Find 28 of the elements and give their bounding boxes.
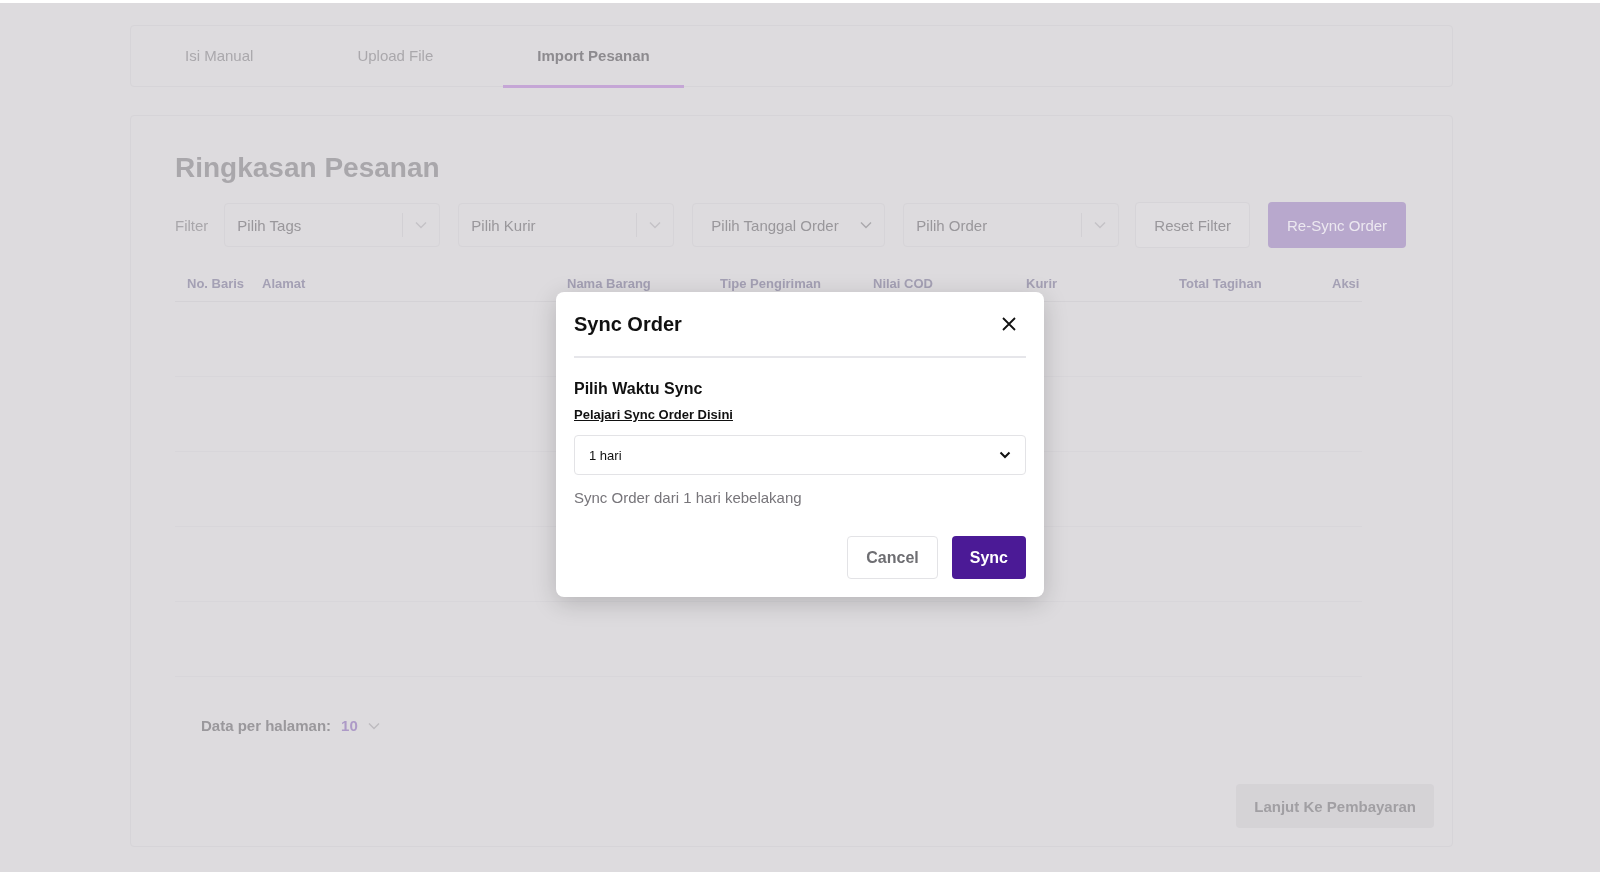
select-field[interactable]: Pilih Order [903,203,1120,247]
column-header: Aksi [1332,276,1361,291]
chevron-down-icon [999,451,1011,459]
hint-text: Sync Order dari 1 hari kebelakang [574,489,803,506]
page-size-select[interactable]: 10 [341,717,380,734]
column-header: Tipe Pengiriman [720,276,822,291]
close-icon[interactable] [1002,317,1016,331]
column-header: Kurir [1026,276,1059,291]
page-size-label: Data per halaman: [201,717,332,734]
column-header: No. Baris [187,276,246,291]
select-field[interactable]: Pilih Kurir [458,203,675,247]
date-picker[interactable]: Pilih Tanggal Order [692,203,886,247]
resync-button[interactable]: Re-Sync Order [1268,202,1407,248]
chevron-down-icon [860,221,873,229]
sync-time-select[interactable]: 1 hari [574,435,1026,475]
tab[interactable]: Import Pesanan [503,26,684,88]
select-field[interactable]: Pilih Tags [224,203,441,247]
dialog-title: Sync Order [574,312,682,336]
column-header: Total Tagihan [1179,276,1263,291]
chevron-down-icon [367,721,380,730]
column-header: Nilai COD [873,276,934,291]
field-label: Pilih Waktu Sync [574,380,704,398]
column-header: Nama Barang [567,276,652,291]
column-header: Alamat [262,276,307,291]
help-link[interactable]: Pelajari Sync Order Disini [574,407,733,422]
reset-filter-button[interactable]: Reset Filter [1135,202,1251,248]
cancel-button[interactable]: Cancel [847,536,938,579]
sync-button[interactable]: Sync [951,536,1026,579]
